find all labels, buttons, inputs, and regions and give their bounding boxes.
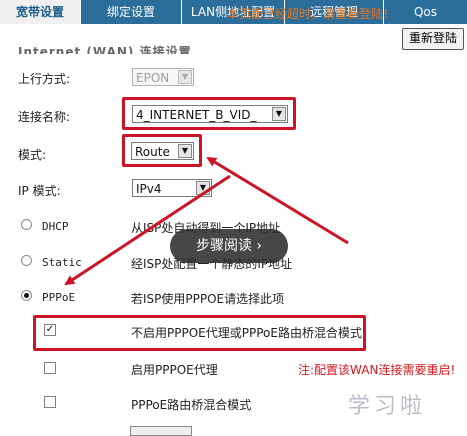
watermark-logo: 学习啦 <box>348 394 427 419</box>
annotation-arrows <box>64 156 349 286</box>
step-read-overlay[interactable]: 步骤阅读 › <box>170 229 288 263</box>
